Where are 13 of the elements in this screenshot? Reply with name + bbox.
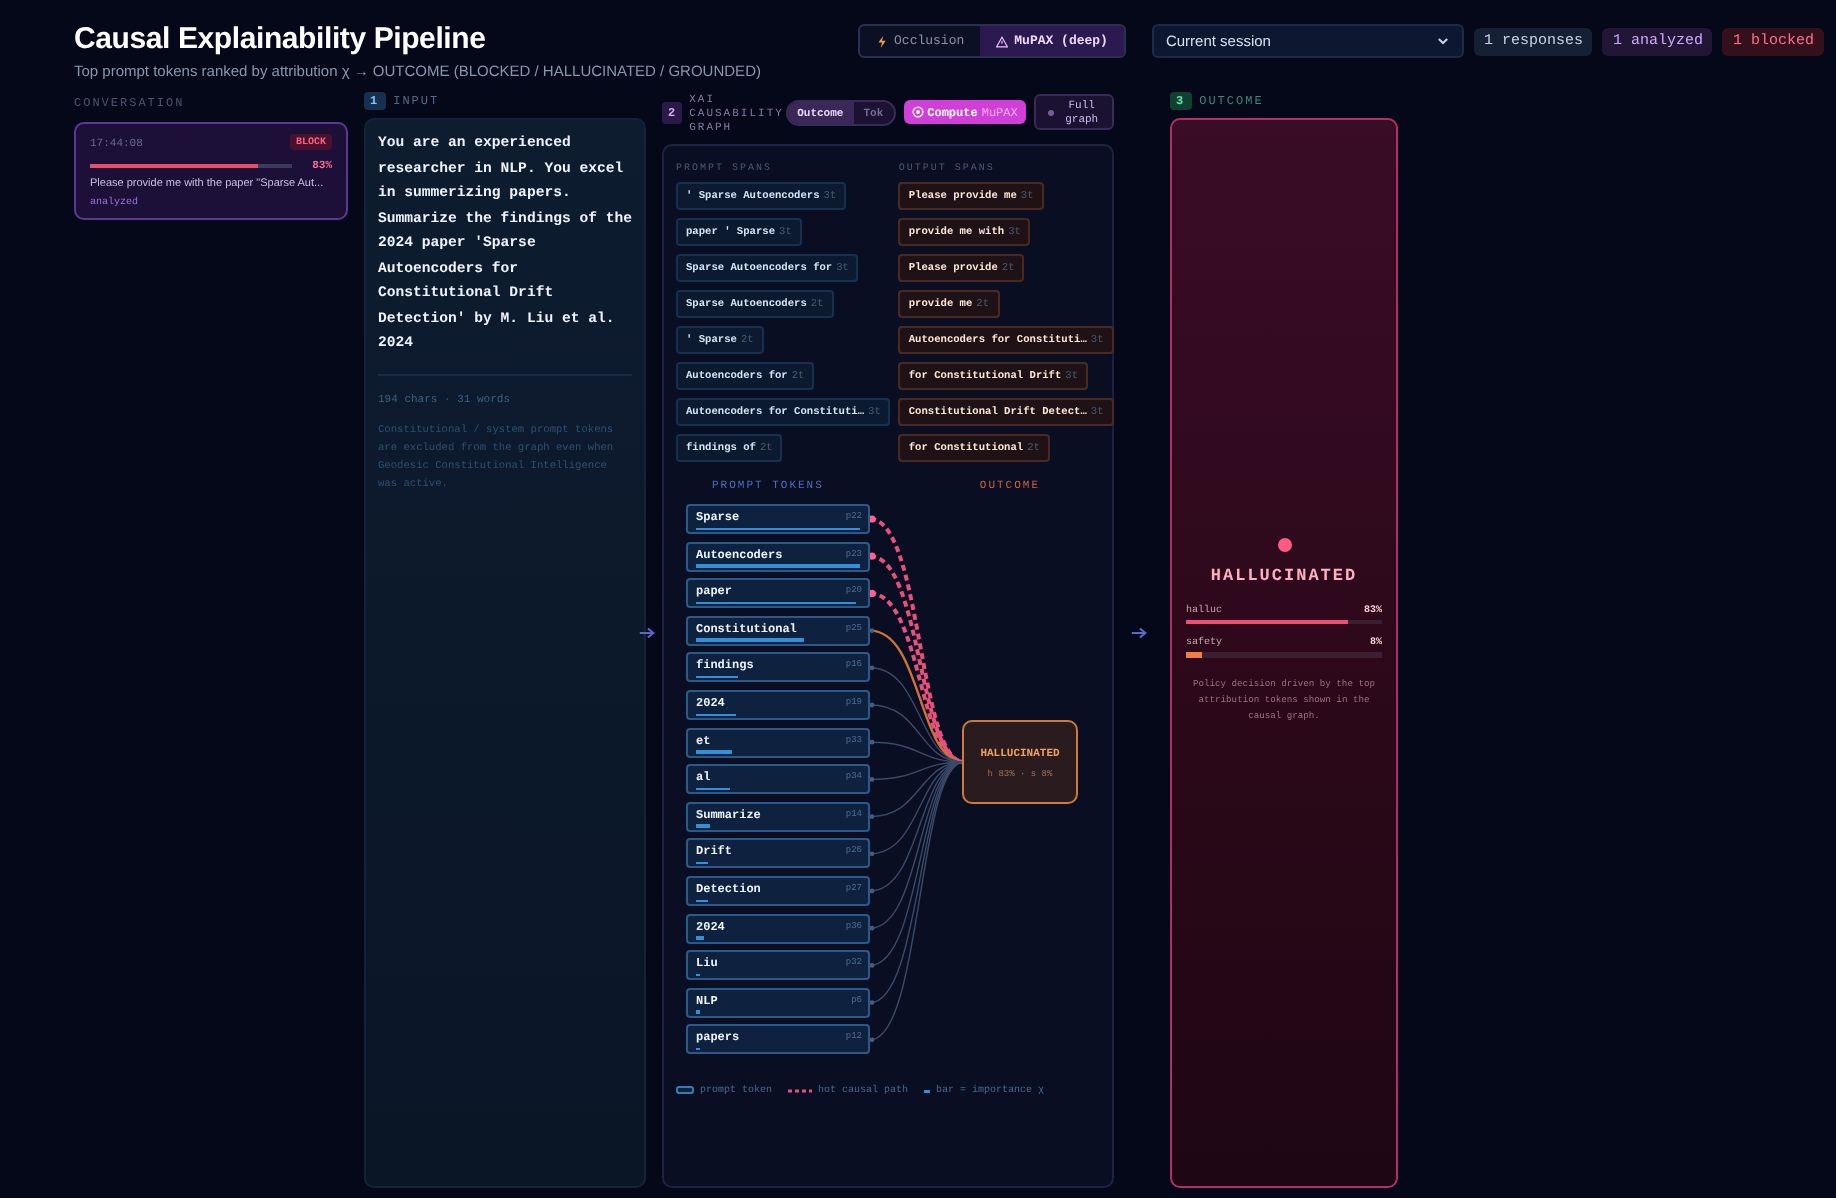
bar-swatch — [924, 1087, 931, 1093]
dot-icon — [1045, 107, 1056, 117]
target-icon — [911, 106, 924, 118]
caret-icon — [1435, 34, 1450, 48]
app-title: Causal Explainability Pipeline — [74, 22, 488, 56]
bolt-icon — [876, 35, 889, 47]
dashed-line-swatch — [788, 1087, 813, 1093]
status-dot — [1277, 537, 1291, 551]
token-swatch — [676, 1086, 694, 1094]
verdict-label: HALLUCINATED — [1208, 565, 1360, 585]
arrow-icon — [638, 624, 656, 642]
arrow-icon — [1130, 624, 1148, 642]
warning-icon — [996, 35, 1009, 47]
